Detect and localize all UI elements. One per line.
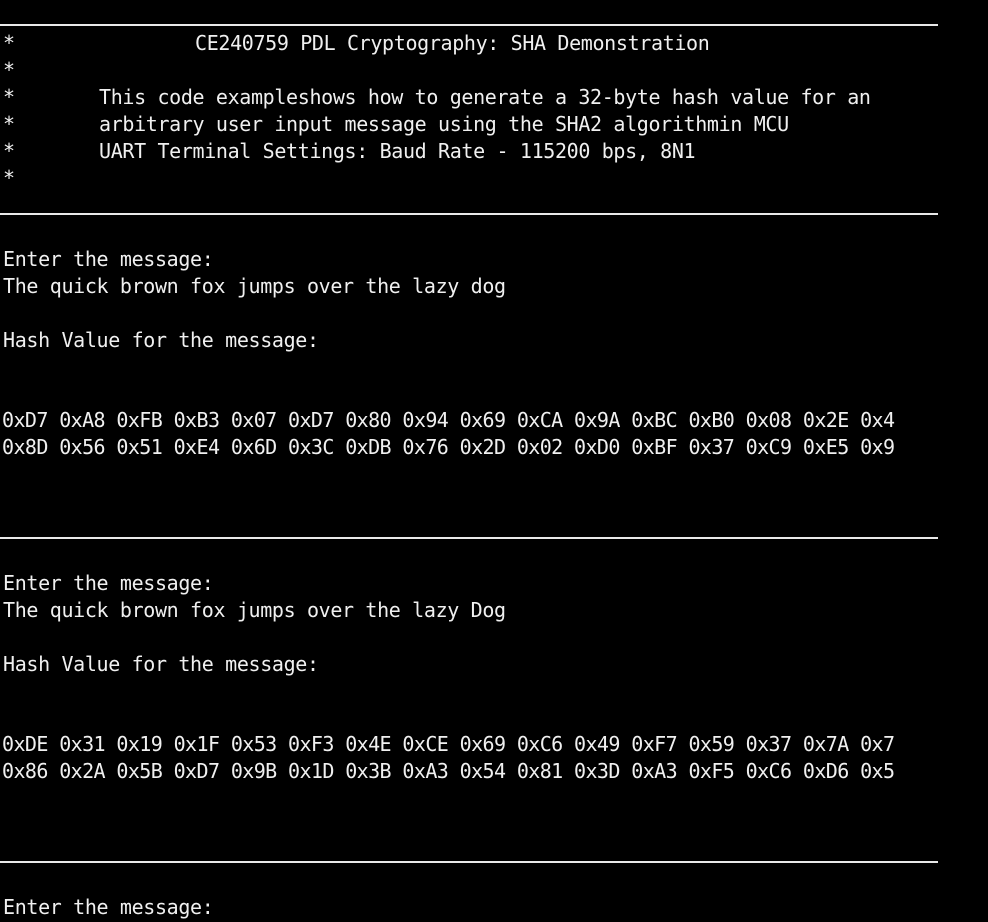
session-separator-rule [0, 861, 938, 863]
hash-label: Hash Value for the message: [3, 328, 319, 352]
hash-label: Hash Value for the message: [3, 652, 319, 676]
hash-value-line: 0xDE 0x31 0x19 0x1F 0x53 0xF3 0x4E 0xCE … [2, 732, 895, 756]
banner-star: * [3, 31, 16, 55]
message-input-echo: The quick brown fox jumps over the lazy … [3, 274, 506, 298]
banner-star: * [3, 112, 16, 136]
message-prompt: Enter the message: [3, 895, 214, 919]
banner-bottom-rule [0, 213, 938, 215]
banner-title: CE240759 PDL Cryptography: SHA Demonstra… [195, 31, 710, 55]
banner-star: * [3, 139, 16, 163]
banner-description-line: arbitrary user input message using the S… [99, 112, 789, 136]
banner-star: * [3, 85, 16, 109]
banner-star: * [3, 58, 16, 82]
terminal-output[interactable]: * CE240759 PDL Cryptography: SHA Demonst… [0, 0, 938, 922]
message-input-echo: The quick brown fox jumps over the lazy … [3, 598, 506, 622]
banner-top-rule [0, 24, 938, 26]
session-separator-rule [0, 537, 938, 539]
hash-value-line: 0x86 0x2A 0x5B 0xD7 0x9B 0x1D 0x3B 0xA3 … [2, 759, 895, 783]
banner-description-line: UART Terminal Settings: Baud Rate - 1152… [99, 139, 696, 163]
banner-description-line: This code exampleshows how to generate a… [99, 85, 871, 109]
hash-value-line: 0xD7 0xA8 0xFB 0xB3 0x07 0xD7 0x80 0x94 … [2, 408, 895, 432]
terminal-right-gutter [938, 0, 988, 922]
hash-value-line: 0x8D 0x56 0x51 0xE4 0x6D 0x3C 0xDB 0x76 … [2, 435, 895, 459]
message-prompt: Enter the message: [3, 571, 214, 595]
message-prompt: Enter the message: [3, 247, 214, 271]
banner-star: * [3, 166, 16, 190]
